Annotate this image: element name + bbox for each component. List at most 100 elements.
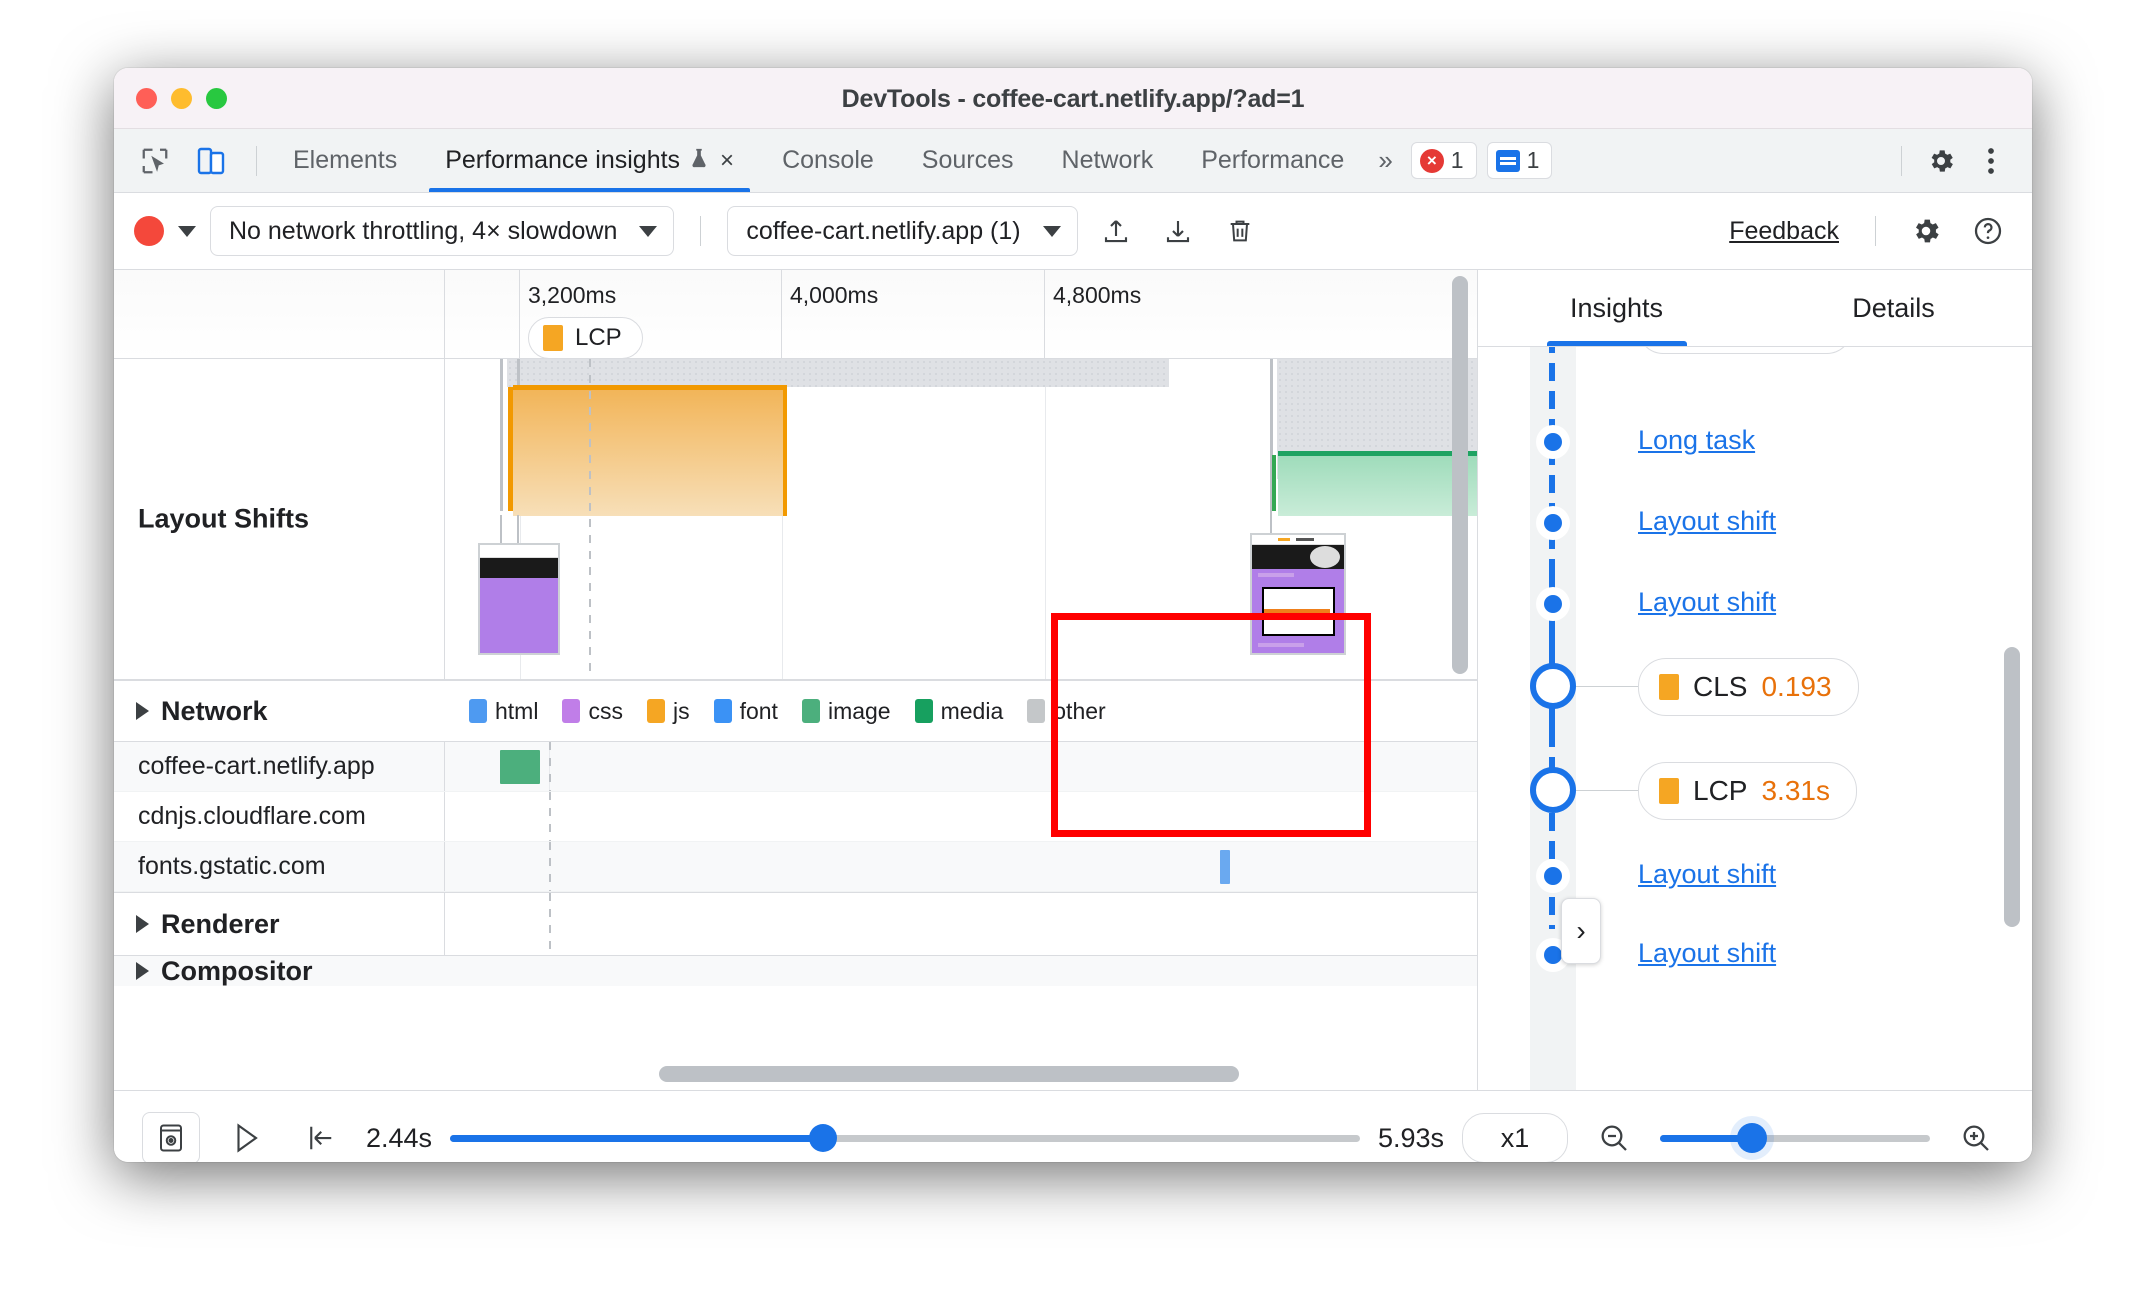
- insight-node[interactable]: [1536, 425, 1570, 459]
- section-network-header[interactable]: Network html css js font image media oth…: [114, 680, 1477, 742]
- insight-node[interactable]: [1536, 587, 1570, 621]
- upload-icon[interactable]: [1092, 207, 1140, 255]
- download-icon[interactable]: [1154, 207, 1202, 255]
- record-dropdown-caret[interactable]: [178, 225, 196, 237]
- zoom-out-icon[interactable]: [1586, 1113, 1642, 1162]
- insights-rail-line: [1549, 729, 1555, 929]
- insight-link-long-task[interactable]: Long task: [1638, 425, 1755, 456]
- legend-swatch-icon: [1027, 699, 1046, 723]
- request-bar[interactable]: [500, 750, 540, 784]
- section-title: Network: [161, 695, 268, 726]
- metric-connector: [1576, 790, 1638, 791]
- toolbar-divider: [256, 145, 257, 176]
- timeline-horizontal-scrollbar[interactable]: [659, 1066, 1239, 1082]
- timeline-vertical-scrollbar[interactable]: [1452, 276, 1468, 674]
- insights-list[interactable]: Long task Layout shift Layout shift CLS …: [1478, 347, 2032, 1090]
- network-legend: html css js font image media other: [469, 681, 1106, 741]
- more-tabs-icon[interactable]: »: [1368, 145, 1402, 176]
- table-row[interactable]: coffee-cart.netlify.app: [114, 742, 1477, 792]
- renderer-track: [444, 893, 1477, 955]
- time-range-slider[interactable]: [450, 1124, 1360, 1152]
- legend-item-js: js: [646, 698, 690, 725]
- insight-link-layout-shift[interactable]: Layout shift: [1638, 506, 1776, 537]
- timeline-pane[interactable]: 3,200ms 4,000ms 4,800ms LCP Layout Shift…: [114, 270, 1478, 1090]
- disclosure-triangle-icon[interactable]: [136, 962, 149, 980]
- play-icon[interactable]: [218, 1113, 274, 1162]
- jump-to-start-icon[interactable]: [292, 1113, 348, 1162]
- lcp-timeline-marker[interactable]: LCP: [528, 317, 643, 359]
- chevron-down-icon: [639, 225, 658, 237]
- metric-pill-cls[interactable]: CLS 0.193: [1638, 658, 1859, 716]
- filmstrip-stem: [1270, 451, 1272, 545]
- render-band[interactable]: [1278, 451, 1477, 516]
- toolbar-divider-2: [1901, 145, 1902, 176]
- tab-performance[interactable]: Performance: [1177, 129, 1368, 192]
- zoom-knob[interactable]: [1736, 1123, 1767, 1153]
- tab-sources[interactable]: Sources: [898, 129, 1038, 192]
- inspect-cursor-icon[interactable]: [132, 138, 178, 184]
- message-count-label: 1: [1526, 147, 1540, 173]
- tab-details[interactable]: Details: [1755, 270, 2032, 346]
- insight-node-metric[interactable]: [1530, 767, 1576, 813]
- metric-pill-partial[interactable]: [1638, 347, 1852, 354]
- screenshot-toggle-icon[interactable]: [142, 1112, 200, 1162]
- sidebar-expand-handle[interactable]: ›: [1561, 898, 1601, 964]
- insight-link-layout-shift[interactable]: Layout shift: [1638, 587, 1776, 618]
- disclosure-triangle-icon[interactable]: [136, 702, 149, 720]
- range-start-time: 2.44s: [366, 1122, 433, 1153]
- trash-icon[interactable]: [1216, 207, 1264, 255]
- legend-item-image: image: [801, 698, 891, 725]
- request-bar[interactable]: [1220, 850, 1230, 884]
- track-layout-shifts[interactable]: Layout Shifts: [114, 359, 1477, 680]
- tab-performance-insights[interactable]: Performance insights ×: [421, 129, 758, 192]
- tab-label: Console: [782, 146, 874, 174]
- legend-label: css: [588, 697, 623, 724]
- range-knob[interactable]: [809, 1124, 838, 1152]
- help-icon[interactable]: [1964, 207, 2012, 255]
- insight-node[interactable]: [1536, 506, 1570, 540]
- section-title: Renderer: [161, 908, 280, 939]
- sidebar-vertical-scrollbar[interactable]: [2004, 647, 2020, 927]
- gear-icon[interactable]: [1902, 207, 1950, 255]
- zoom-in-icon[interactable]: [1948, 1113, 2004, 1162]
- page-select[interactable]: coffee-cart.netlify.app (1): [727, 206, 1078, 256]
- zoom-slider[interactable]: [1660, 1123, 1930, 1153]
- lcp-band[interactable]: [513, 385, 787, 516]
- message-count-badge[interactable]: 1: [1486, 142, 1553, 179]
- filmstrip-stem: [500, 515, 502, 545]
- timeline-ruler[interactable]: 3,200ms 4,000ms 4,800ms LCP: [114, 270, 1477, 359]
- legend-item-css: css: [562, 698, 623, 725]
- table-row[interactable]: fonts.gstatic.com: [114, 842, 1477, 892]
- disclosure-triangle-icon[interactable]: [136, 915, 149, 933]
- insight-link-layout-shift[interactable]: Layout shift: [1638, 859, 1776, 890]
- tab-insights[interactable]: Insights: [1478, 270, 1755, 346]
- request-track: [444, 742, 1477, 791]
- error-count-badge[interactable]: × 1: [1410, 142, 1477, 179]
- section-renderer-header[interactable]: Renderer: [114, 892, 1477, 955]
- screenshot-thumbnail-1[interactable]: [478, 543, 560, 655]
- playback-speed-chip[interactable]: x1: [1462, 1113, 1568, 1162]
- tab-elements[interactable]: Elements: [269, 129, 421, 192]
- playhead-marker: [549, 893, 551, 955]
- section-compositor-header[interactable]: Compositor: [114, 955, 1477, 986]
- table-row[interactable]: cdnjs.cloudflare.com: [114, 792, 1477, 842]
- kebab-menu-icon[interactable]: [1968, 138, 2014, 184]
- record-button[interactable]: [134, 216, 164, 246]
- device-toggle-icon[interactable]: [188, 138, 234, 184]
- insight-node-metric[interactable]: [1530, 663, 1576, 709]
- metric-connector: [1576, 686, 1638, 687]
- error-icon: ×: [1419, 148, 1444, 173]
- screenshot-thumbnail-2[interactable]: [1250, 533, 1346, 655]
- experiment-flask-icon: [688, 146, 710, 176]
- gear-icon[interactable]: [1918, 138, 1964, 184]
- throttling-select[interactable]: No network throttling, 4× slowdown: [210, 206, 675, 256]
- tab-console[interactable]: Console: [758, 129, 898, 192]
- close-icon[interactable]: ×: [720, 147, 734, 175]
- insight-node[interactable]: [1536, 859, 1570, 893]
- insight-link-layout-shift[interactable]: Layout shift: [1638, 938, 1776, 969]
- flame-band-grey[interactable]: [507, 359, 1169, 387]
- tab-bar-tool-icons: [114, 138, 269, 184]
- feedback-link[interactable]: Feedback: [1729, 217, 1849, 246]
- metric-pill-lcp[interactable]: LCP 3.31s: [1638, 762, 1857, 820]
- tab-network[interactable]: Network: [1038, 129, 1178, 192]
